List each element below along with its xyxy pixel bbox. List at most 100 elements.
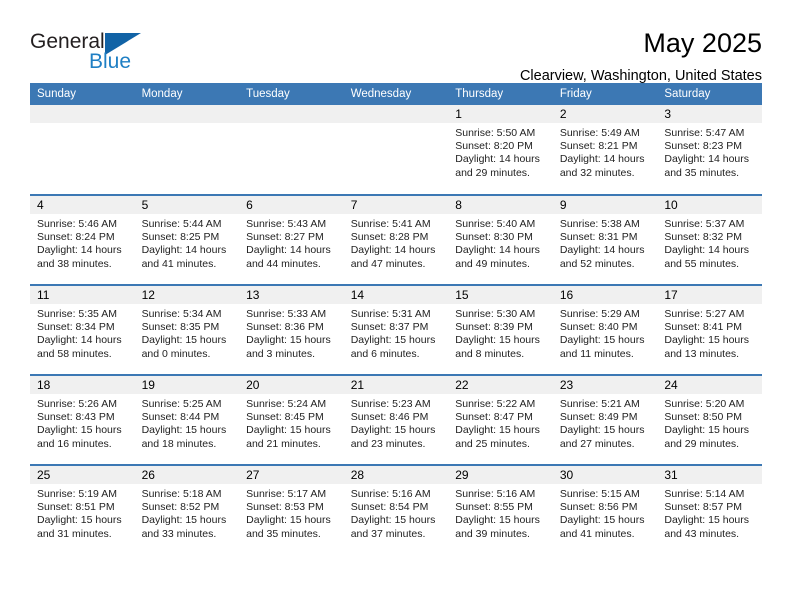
calendar-day-cell[interactable]: 19 Sunrise: 5:25 AM Sunset: 8:44 PM Dayligh…: [134, 374, 240, 465]
sunrise-time: Sunrise: 5:41 AM: [350, 218, 431, 230]
day-details: Sunrise: 5:46 AM Sunset: 8:24 PM Daylight:…: [30, 214, 135, 271]
day-number: 23: [552, 376, 658, 394]
sunset-time: Sunset: 8:24 PM: [37, 231, 115, 244]
sunrise-time: Sunrise: 5:46 AM: [37, 218, 117, 230]
sunset-time: Sunset: 8:39 PM: [455, 321, 533, 334]
day-number: 27: [239, 466, 344, 484]
daylight-duration-line1: Daylight: 15 hours: [246, 424, 331, 437]
calendar-day-cell[interactable]: 2 Sunrise: 5:49 AM Sunset: 8:21 PM Daylight…: [552, 105, 658, 195]
calendar-page: General Blue May 2025 Clearview, Washing…: [0, 0, 792, 612]
sunrise-time: Sunrise: 5:20 AM: [664, 398, 745, 410]
daylight-duration-line2: and 16 minutes.: [37, 437, 112, 450]
day-number: 10: [657, 196, 762, 214]
calendar-cell-empty: [343, 105, 449, 195]
calendar-day-cell[interactable]: 1 Sunrise: 5:50 AM Sunset: 8:20 PM Daylight…: [448, 105, 553, 195]
calendar-day-cell[interactable]: 29 Sunrise: 5:16 AM Sunset: 8:55 PM Dayligh…: [448, 464, 553, 555]
sunset-time: Sunset: 8:54 PM: [350, 501, 429, 514]
calendar-day-cell[interactable]: 26 Sunrise: 5:18 AM Sunset: 8:52 PM Dayligh…: [134, 464, 240, 555]
daylight-duration-line1: Daylight: 14 hours: [37, 244, 122, 257]
daylight-duration-line1: Daylight: 15 hours: [559, 514, 645, 527]
sunset-time: Sunset: 8:53 PM: [246, 501, 324, 514]
daylight-duration-line2: and 18 minutes.: [141, 437, 217, 450]
day-details: Sunrise: 5:30 AM Sunset: 8:39 PM Daylight:…: [448, 304, 553, 361]
calendar-day-cell[interactable]: 13 Sunrise: 5:33 AM Sunset: 8:36 PM Dayligh…: [239, 284, 344, 375]
calendar-day-cell[interactable]: 9 Sunrise: 5:38 AM Sunset: 8:31 PM Daylight…: [552, 194, 658, 285]
day-number: 11: [30, 286, 135, 304]
calendar-day-cell[interactable]: 4 Sunrise: 5:46 AM Sunset: 8:24 PM Daylight…: [30, 194, 135, 285]
day-details: Sunrise: 5:25 AM Sunset: 8:44 PM Daylight:…: [135, 394, 240, 451]
day-number: 18: [30, 376, 135, 394]
calendar-day-cell[interactable]: 12 Sunrise: 5:34 AM Sunset: 8:35 PM Dayligh…: [134, 284, 240, 375]
day-details: Sunrise: 5:21 AM Sunset: 8:49 PM Daylight:…: [553, 394, 658, 451]
calendar-day-cell[interactable]: 3 Sunrise: 5:47 AM Sunset: 8:23 PM Daylight…: [657, 105, 762, 195]
calendar-day-cell[interactable]: 5 Sunrise: 5:44 AM Sunset: 8:25 PM Daylight…: [134, 194, 240, 285]
sunset-time: Sunset: 8:23 PM: [664, 140, 743, 153]
calendar-day-cell[interactable]: 30 Sunrise: 5:15 AM Sunset: 8:56 PM Dayligh…: [552, 464, 658, 555]
sunrise-time: Sunrise: 5:16 AM: [455, 488, 536, 500]
calendar-day-cell[interactable]: 6 Sunrise: 5:43 AM Sunset: 8:27 PM Daylight…: [239, 194, 344, 285]
sunrise-time: Sunrise: 5:17 AM: [246, 488, 327, 500]
day-number: 21: [343, 376, 449, 394]
day-number: 6: [239, 196, 344, 214]
day-details: Sunrise: 5:15 AM Sunset: 8:56 PM Daylight:…: [553, 484, 658, 541]
day-details: Sunrise: 5:19 AM Sunset: 8:51 PM Daylight:…: [30, 484, 135, 541]
daylight-duration-line2: and 11 minutes.: [559, 347, 634, 360]
daylight-duration-line2: and 41 minutes.: [141, 257, 217, 270]
daylight-duration-line2: and 41 minutes.: [559, 527, 635, 540]
calendar-day-cell[interactable]: 23 Sunrise: 5:21 AM Sunset: 8:49 PM Dayligh…: [552, 374, 658, 465]
calendar-day-cell[interactable]: 11 Sunrise: 5:35 AM Sunset: 8:34 PM Dayligh…: [30, 284, 135, 375]
sunrise-time: Sunrise: 5:40 AM: [455, 218, 536, 230]
daylight-duration-line1: Daylight: 15 hours: [455, 334, 540, 347]
sunrise-time: Sunrise: 5:21 AM: [559, 398, 640, 410]
calendar-day-cell[interactable]: 17 Sunrise: 5:27 AM Sunset: 8:41 PM Dayligh…: [657, 284, 762, 375]
calendar-day-cell[interactable]: 22 Sunrise: 5:22 AM Sunset: 8:47 PM Dayligh…: [448, 374, 553, 465]
day-details: Sunrise: 5:44 AM Sunset: 8:25 PM Daylight:…: [135, 214, 240, 271]
calendar-day-cell[interactable]: 10 Sunrise: 5:37 AM Sunset: 8:32 PM Dayligh…: [657, 194, 762, 285]
calendar-day-cell[interactable]: 8 Sunrise: 5:40 AM Sunset: 8:30 PM Daylight…: [448, 194, 553, 285]
day-number: 17: [657, 286, 762, 304]
day-number: [30, 105, 135, 123]
sunrise-time: Sunrise: 5:38 AM: [559, 218, 640, 230]
daylight-duration-line1: Daylight: 15 hours: [455, 424, 540, 437]
calendar-day-cell[interactable]: 25 Sunrise: 5:19 AM Sunset: 8:51 PM Dayligh…: [30, 464, 135, 555]
calendar-day-cell[interactable]: 15 Sunrise: 5:30 AM Sunset: 8:39 PM Dayligh…: [448, 284, 553, 375]
calendar-day-cell[interactable]: 28 Sunrise: 5:16 AM Sunset: 8:54 PM Dayligh…: [343, 464, 449, 555]
daylight-duration-line1: Daylight: 15 hours: [455, 514, 540, 527]
sunrise-time: Sunrise: 5:23 AM: [350, 398, 431, 410]
title-block: May 2025 Clearview, Washington, United S…: [520, 28, 762, 86]
calendar-cell-empty: [30, 105, 135, 195]
calendar-day-cell[interactable]: 24 Sunrise: 5:20 AM Sunset: 8:50 PM Dayligh…: [657, 374, 762, 465]
daylight-duration-line2: and 55 minutes.: [664, 257, 740, 270]
daylight-duration-line2: and 58 minutes.: [37, 347, 112, 360]
day-details: Sunrise: 5:18 AM Sunset: 8:52 PM Daylight:…: [135, 484, 240, 541]
sunset-time: Sunset: 8:49 PM: [559, 411, 638, 424]
day-details: Sunrise: 5:22 AM Sunset: 8:47 PM Daylight:…: [448, 394, 553, 451]
sunset-time: Sunset: 8:43 PM: [37, 411, 115, 424]
calendar-day-cell[interactable]: 27 Sunrise: 5:17 AM Sunset: 8:53 PM Dayligh…: [239, 464, 344, 555]
weekday-header-friday: Friday: [552, 83, 658, 105]
location-subtitle: Clearview, Washington, United States: [519, 68, 762, 84]
sunset-time: Sunset: 8:31 PM: [559, 231, 638, 244]
calendar-cell-empty: [134, 105, 240, 195]
daylight-duration-line1: Daylight: 14 hours: [141, 244, 227, 257]
calendar-header-row: Sunday Monday Tuesday Wednesday Thursday…: [30, 83, 762, 105]
daylight-duration-line1: Daylight: 15 hours: [664, 334, 750, 347]
daylight-duration-line1: Daylight: 14 hours: [664, 153, 750, 166]
sunrise-time: Sunrise: 5:49 AM: [559, 127, 640, 139]
calendar-day-cell[interactable]: 7 Sunrise: 5:41 AM Sunset: 8:28 PM Daylight…: [343, 194, 449, 285]
calendar-day-cell[interactable]: 21 Sunrise: 5:23 AM Sunset: 8:46 PM Dayligh…: [343, 374, 449, 465]
daylight-duration-line1: Daylight: 14 hours: [350, 244, 436, 257]
daylight-duration-line2: and 31 minutes.: [37, 527, 112, 540]
calendar-day-cell[interactable]: 20 Sunrise: 5:24 AM Sunset: 8:45 PM Dayligh…: [239, 374, 344, 465]
sunrise-time: Sunrise: 5:34 AM: [141, 308, 222, 320]
calendar-day-cell[interactable]: 18 Sunrise: 5:26 AM Sunset: 8:43 PM Dayligh…: [30, 374, 135, 465]
general-blue-logo[interactable]: General Blue: [30, 28, 150, 76]
calendar-day-cell[interactable]: 16 Sunrise: 5:29 AM Sunset: 8:40 PM Dayligh…: [552, 284, 658, 375]
calendar-day-cell[interactable]: 31 Sunrise: 5:14 AM Sunset: 8:57 PM Dayligh…: [657, 464, 762, 555]
sunset-time: Sunset: 8:57 PM: [664, 501, 743, 514]
sunrise-time: Sunrise: 5:29 AM: [559, 308, 640, 320]
daylight-duration-line1: Daylight: 14 hours: [664, 244, 750, 257]
day-number: 26: [134, 466, 240, 484]
sunrise-time: Sunrise: 5:35 AM: [37, 308, 117, 320]
calendar-day-cell[interactable]: 14 Sunrise: 5:31 AM Sunset: 8:37 PM Dayligh…: [343, 284, 449, 375]
